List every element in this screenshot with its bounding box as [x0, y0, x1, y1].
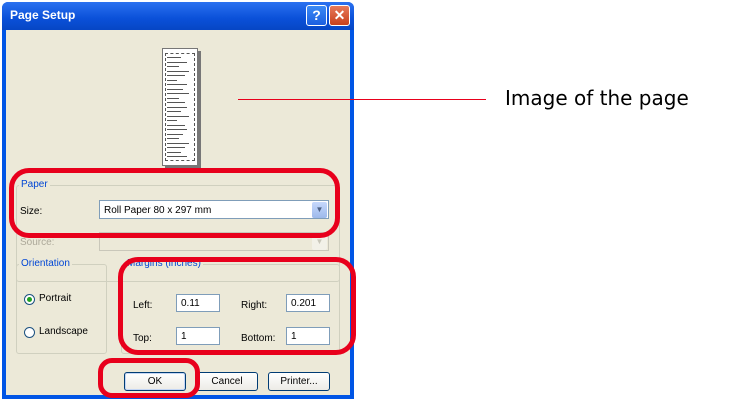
- preview-text-line: [167, 124, 185, 126]
- title-bar[interactable]: Page Setup ? ✕: [2, 2, 354, 30]
- preview-text-line: [167, 115, 189, 117]
- help-icon: ?: [312, 7, 321, 23]
- close-icon: ✕: [333, 7, 346, 23]
- source-label: Source:: [20, 237, 55, 248]
- callout-label: Image of the page: [505, 86, 689, 110]
- landscape-radio[interactable]: [24, 327, 35, 338]
- cancel-button[interactable]: Cancel: [196, 372, 258, 391]
- radio-selected-dot: [27, 297, 32, 302]
- preview-text-line: [167, 129, 187, 130]
- preview-text-line: [167, 120, 177, 121]
- preview-text-line: [167, 133, 183, 135]
- preview-text-line: [167, 151, 181, 153]
- preview-text-line: [167, 57, 181, 58]
- preview-text-line: [167, 111, 181, 112]
- page-preview-image: [162, 48, 198, 166]
- preview-text-line: [167, 97, 179, 99]
- preview-text-line: [167, 147, 185, 148]
- orientation-group-label: Orientation: [19, 258, 72, 269]
- preview-text-line: [167, 138, 179, 139]
- callout-line: [238, 99, 486, 100]
- portrait-label[interactable]: Portrait: [39, 293, 71, 304]
- preview-text-line: [167, 61, 187, 63]
- ok-highlight-outline: [98, 358, 200, 398]
- preview-text-line: [167, 75, 185, 76]
- preview-text-line: [167, 88, 183, 90]
- landscape-label[interactable]: Landscape: [39, 326, 88, 337]
- preview-text-line: [167, 70, 189, 72]
- dialog-title: Page Setup: [10, 8, 76, 22]
- preview-text-line: [167, 102, 185, 103]
- preview-text-line: [167, 84, 187, 85]
- preview-text-line: [167, 93, 189, 94]
- preview-text-line: [167, 142, 189, 144]
- margins-highlight-outline: [118, 257, 356, 355]
- orientation-group: [16, 264, 107, 354]
- preview-text-line: [167, 156, 187, 157]
- portrait-radio[interactable]: [24, 294, 35, 305]
- printer-button[interactable]: Printer...: [268, 372, 330, 391]
- preview-text-line: [167, 106, 187, 108]
- help-button[interactable]: ?: [306, 5, 327, 26]
- preview-text-line: [167, 66, 179, 67]
- preview-text-line: [167, 79, 177, 81]
- close-button[interactable]: ✕: [329, 5, 350, 26]
- paper-highlight-outline: [9, 168, 340, 238]
